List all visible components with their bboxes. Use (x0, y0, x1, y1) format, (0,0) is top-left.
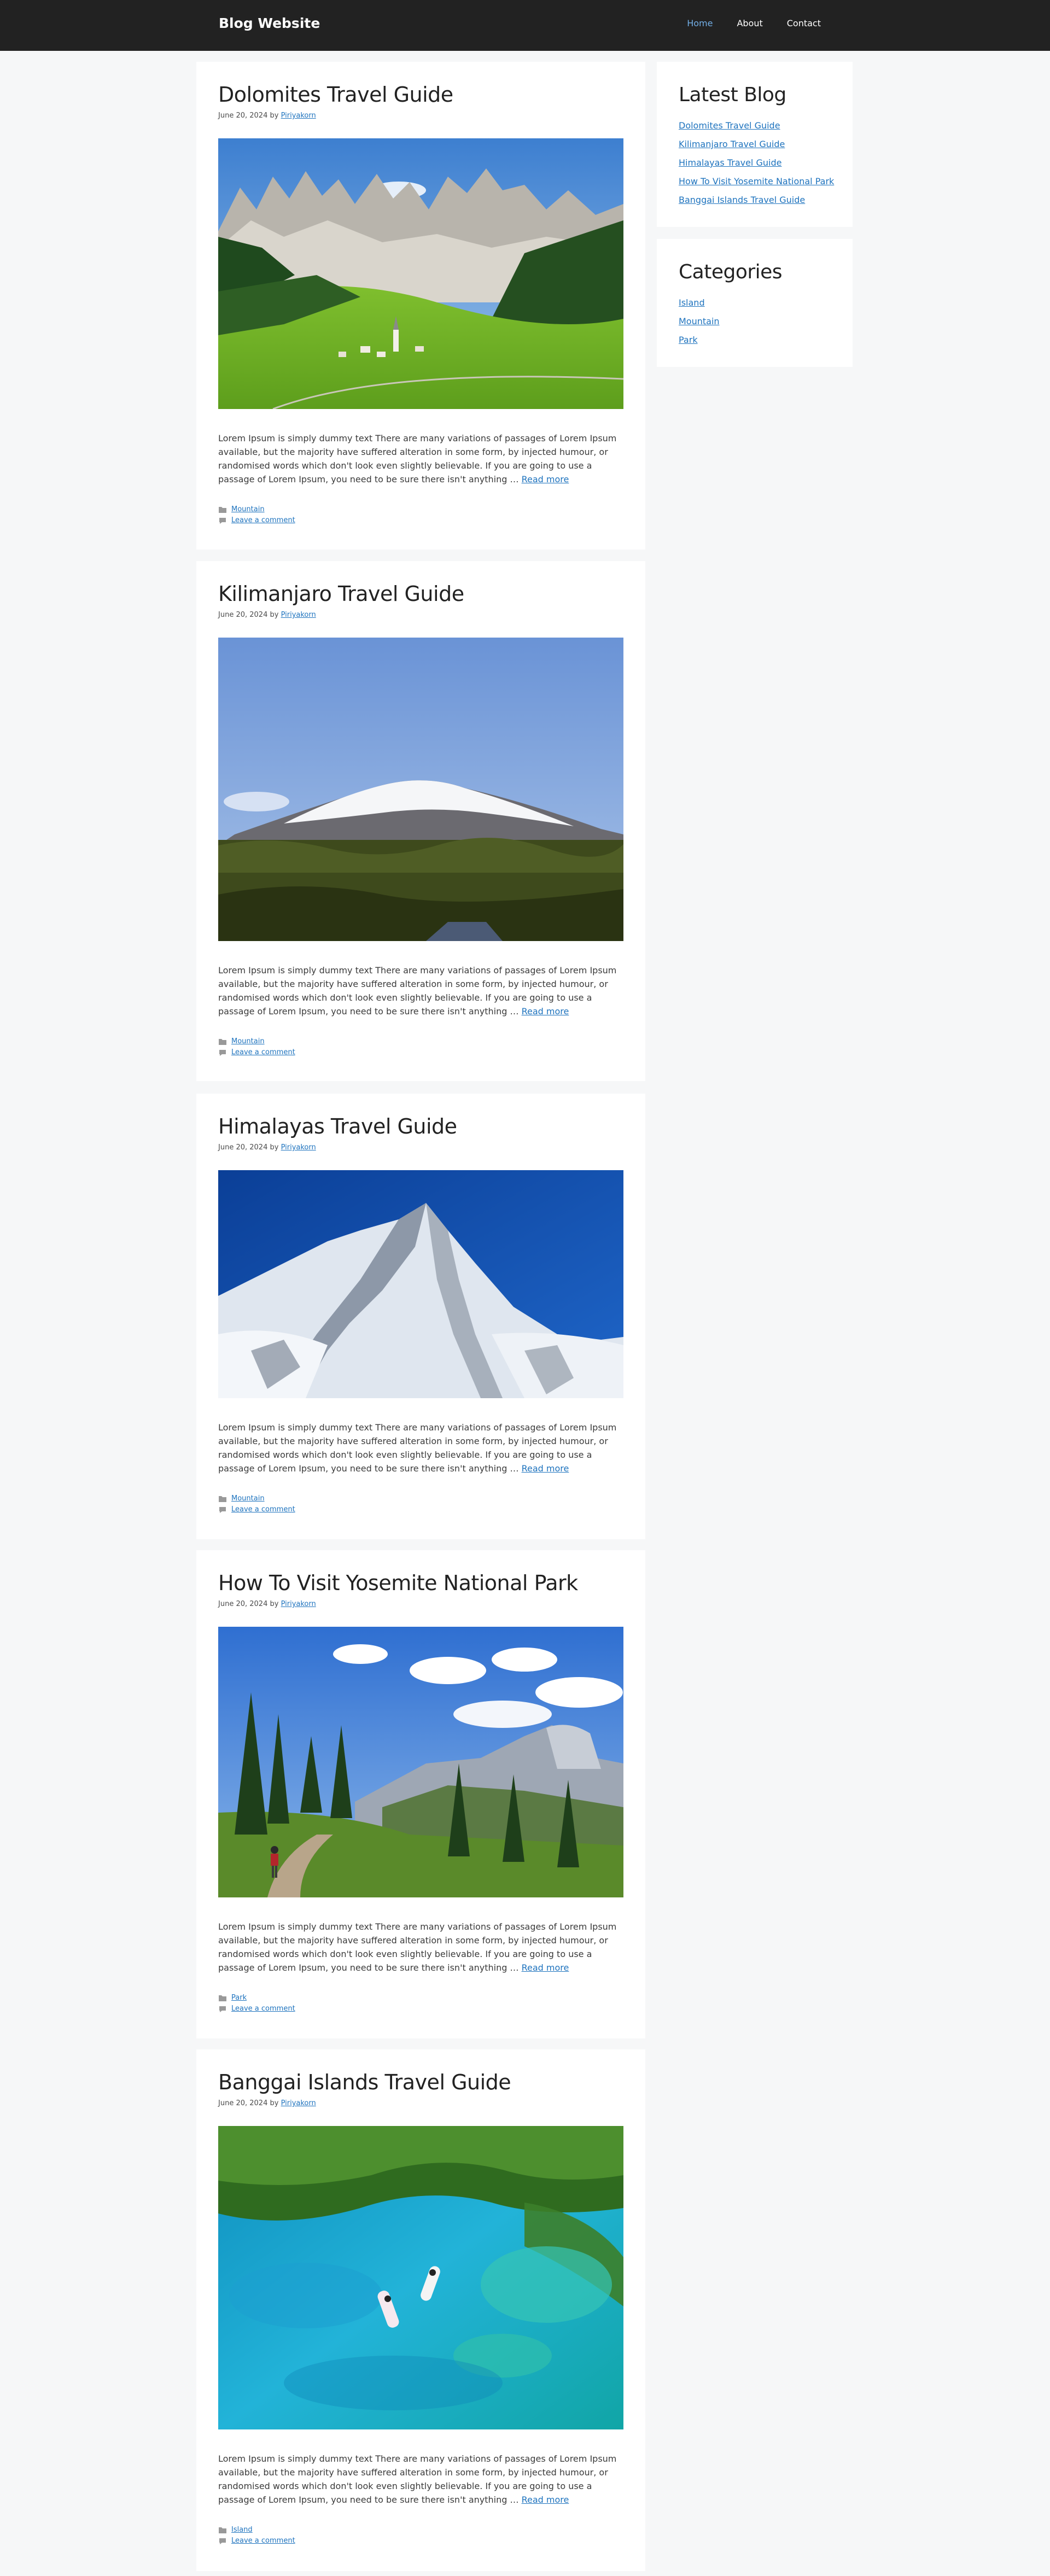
post-author-link[interactable]: Piriyakorn (281, 1143, 316, 1152)
post-footer-meta: Mountain Leave a comment (218, 504, 295, 526)
nav-home[interactable]: Home (687, 18, 713, 28)
banggai-turquoise-lagoon-photo (218, 2126, 623, 2429)
post-title[interactable]: Dolomites Travel Guide (218, 83, 453, 107)
widget-title: Categories (679, 261, 783, 283)
latest-blog-widget: Latest Blog Dolomites Travel Guide Kilim… (657, 62, 853, 227)
post-excerpt: Lorem Ipsum is simply dummy text There a… (218, 431, 623, 486)
post-date: June 20, 2024 (218, 1143, 268, 1152)
comment-link[interactable]: Leave a comment (231, 1504, 295, 1515)
categories-widget: Categories Island Mountain Park (657, 239, 853, 367)
post-title[interactable]: How To Visit Yosemite National Park (218, 1571, 578, 1595)
post-by: by (270, 2099, 279, 2107)
latest-blog-list: Dolomites Travel Guide Kilimanjaro Trave… (679, 116, 834, 209)
post-date: June 20, 2024 (218, 611, 268, 619)
post-card: Himalayas Travel Guide June 20, 2024 by … (196, 1094, 645, 1539)
category-link[interactable]: Mountain (231, 504, 265, 515)
post-author-link[interactable]: Piriyakorn (281, 611, 316, 619)
main-nav: Home About Contact (687, 18, 821, 28)
post-footer-meta: Park Leave a comment (218, 1993, 295, 2014)
post-image[interactable] (218, 2126, 623, 2429)
widget-title: Latest Blog (679, 84, 786, 106)
post-card: Dolomites Travel Guide June 20, 2024 by … (196, 62, 645, 550)
post-meta: June 20, 2024 by Piriyakorn (218, 1143, 316, 1152)
post-excerpt: Lorem Ipsum is simply dummy text There a… (218, 963, 623, 1018)
read-more-link[interactable]: Read more (522, 1962, 569, 1973)
post-meta: June 20, 2024 by Piriyakorn (218, 1600, 316, 1608)
category-item-link[interactable]: Mountain (679, 316, 720, 326)
post-footer-meta: Island Leave a comment (218, 2525, 295, 2546)
post-title[interactable]: Kilimanjaro Travel Guide (218, 582, 464, 606)
post-image[interactable] (218, 1627, 623, 1897)
latest-blog-link[interactable]: Dolomites Travel Guide (679, 120, 780, 131)
site-header: Blog Website Home About Contact (0, 0, 1050, 51)
comment-link[interactable]: Leave a comment (231, 515, 295, 526)
category-list: Island Mountain Park (679, 294, 720, 349)
post-author-link[interactable]: Piriyakorn (281, 112, 316, 120)
post-image[interactable] (218, 1170, 623, 1398)
himalayas-snow-peak-photo (218, 1170, 623, 1398)
folder-icon (218, 506, 227, 513)
post-excerpt: Lorem Ipsum is simply dummy text There a… (218, 1920, 623, 1975)
comment-icon (218, 1049, 227, 1056)
post-image[interactable] (218, 138, 623, 409)
folder-icon (218, 1994, 227, 2002)
kilimanjaro-snow-peak-photo (218, 638, 623, 941)
post-card: Banggai Islands Travel Guide June 20, 20… (196, 2049, 645, 2571)
latest-blog-link[interactable]: How To Visit Yosemite National Park (679, 176, 834, 186)
post-title[interactable]: Banggai Islands Travel Guide (218, 2070, 511, 2094)
category-link[interactable]: Mountain (231, 1036, 265, 1047)
post-footer-meta: Mountain Leave a comment (218, 1036, 295, 1058)
category-item-link[interactable]: Park (679, 335, 698, 345)
post-title[interactable]: Himalayas Travel Guide (218, 1114, 457, 1138)
folder-icon (218, 2526, 227, 2534)
read-more-link[interactable]: Read more (522, 474, 569, 484)
comment-link[interactable]: Leave a comment (231, 2536, 295, 2546)
category-item-link[interactable]: Island (679, 297, 705, 308)
post-excerpt: Lorem Ipsum is simply dummy text There a… (218, 2452, 623, 2507)
post-author-link[interactable]: Piriyakorn (281, 2099, 316, 2107)
comment-icon (218, 2005, 227, 2013)
post-meta: June 20, 2024 by Piriyakorn (218, 611, 316, 619)
post-date: June 20, 2024 (218, 1600, 268, 1608)
post-meta: June 20, 2024 by Piriyakorn (218, 112, 316, 120)
latest-blog-link[interactable]: Kilimanjaro Travel Guide (679, 139, 785, 149)
dolomites-mountain-village-photo (218, 138, 623, 409)
comment-icon (218, 1506, 227, 1514)
post-author-link[interactable]: Piriyakorn (281, 1600, 316, 1608)
post-date: June 20, 2024 (218, 2099, 268, 2107)
post-by: by (270, 112, 279, 120)
folder-icon (218, 1495, 227, 1503)
post-excerpt: Lorem Ipsum is simply dummy text There a… (218, 1421, 623, 1475)
nav-about[interactable]: About (737, 18, 762, 28)
read-more-link[interactable]: Read more (522, 1006, 569, 1017)
post-meta: June 20, 2024 by Piriyakorn (218, 2099, 316, 2107)
latest-blog-link[interactable]: Himalayas Travel Guide (679, 157, 781, 168)
latest-blog-link[interactable]: Banggai Islands Travel Guide (679, 195, 805, 205)
comment-link[interactable]: Leave a comment (231, 1047, 295, 1058)
post-footer-meta: Mountain Leave a comment (218, 1493, 295, 1515)
comment-icon (218, 2537, 227, 2545)
nav-contact[interactable]: Contact (787, 18, 821, 28)
category-link[interactable]: Island (231, 2525, 253, 2536)
post-by: by (270, 1143, 279, 1152)
folder-icon (218, 1038, 227, 1045)
site-brand-link[interactable]: Blog Website (219, 15, 320, 31)
category-link[interactable]: Park (231, 1993, 247, 2003)
category-link[interactable]: Mountain (231, 1493, 265, 1504)
post-image[interactable] (218, 638, 623, 941)
yosemite-hiker-valley-photo (218, 1627, 623, 1897)
comment-icon (218, 517, 227, 524)
post-by: by (270, 1600, 279, 1608)
read-more-link[interactable]: Read more (522, 1463, 569, 1474)
comment-link[interactable]: Leave a comment (231, 2003, 295, 2014)
post-by: by (270, 611, 279, 619)
post-date: June 20, 2024 (218, 112, 268, 120)
post-card: How To Visit Yosemite National Park June… (196, 1550, 645, 2038)
read-more-link[interactable]: Read more (522, 2495, 569, 2505)
post-card: Kilimanjaro Travel Guide June 20, 2024 b… (196, 561, 645, 1081)
